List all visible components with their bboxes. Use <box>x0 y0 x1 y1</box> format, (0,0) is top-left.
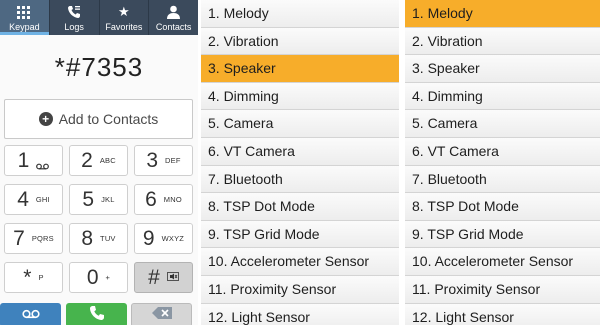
key-8[interactable]: 8 TUV <box>69 223 128 254</box>
key-star[interactable]: * P <box>4 262 63 293</box>
plus-circle-icon: + <box>38 112 53 126</box>
test-menu-middle: 1. Melody 2. Vibration 3. Speaker 4. Dim… <box>201 0 399 325</box>
add-to-contacts-label: Add to Contacts <box>58 111 159 127</box>
key-letters: MNO <box>163 195 182 204</box>
menu-list: 1. Melody 2. Vibration 3. Speaker 4. Dim… <box>201 0 399 325</box>
key-digit: 3 <box>146 148 159 172</box>
menu-item-speaker[interactable]: 3. Speaker <box>405 55 600 83</box>
key-digit: 1 <box>17 148 30 172</box>
tab-contacts-label: Contacts <box>155 22 192 32</box>
voicemail-button[interactable] <box>0 303 61 325</box>
menu-item-light-sensor[interactable]: 12. Light Sensor <box>201 303 399 325</box>
key-digit: 0 <box>86 265 99 289</box>
dialed-number: *#7353 <box>54 52 144 82</box>
key-digit: 7 <box>13 226 25 250</box>
tab-keypad-label: Keypad <box>9 22 40 32</box>
key-4[interactable]: 4 GHI <box>4 184 63 215</box>
call-button[interactable] <box>66 303 127 325</box>
key-digit: 4 <box>17 187 29 211</box>
key-digit: 8 <box>81 226 94 250</box>
menu-item-light-sensor[interactable]: 12. Light Sensor <box>405 303 600 325</box>
menu-item-tsp-dot-mode[interactable]: 8. TSP Dot Mode <box>405 193 600 221</box>
key-3[interactable]: 3 DEF <box>134 145 193 176</box>
key-digit: * <box>23 265 32 289</box>
menu-item-tsp-grid-mode[interactable]: 9. TSP Grid Mode <box>201 220 399 249</box>
menu-item-bluetooth[interactable]: 7. Bluetooth <box>405 165 600 194</box>
tab-logs-label: Logs <box>64 22 84 32</box>
dialer-tab-bar: Keypad Logs ★ Favorites Contacts <box>0 0 198 35</box>
call-log-icon <box>67 5 81 19</box>
menu-item-tsp-dot-mode[interactable]: 8. TSP Dot Mode <box>201 193 399 221</box>
key-letters: P <box>38 273 44 282</box>
key-letters: WXYZ <box>161 234 185 243</box>
add-to-contacts-button[interactable]: + Add to Contacts <box>4 99 193 139</box>
tab-favorites-label: Favorites <box>105 22 143 32</box>
menu-item-vibration[interactable]: 2. Vibration <box>405 27 600 56</box>
key-digit: 2 <box>81 148 93 172</box>
menu-item-speaker[interactable]: 3. Speaker <box>201 55 399 83</box>
key-letters: + <box>105 273 111 282</box>
menu-item-tsp-grid-mode[interactable]: 9. TSP Grid Mode <box>405 220 600 249</box>
menu-item-bluetooth[interactable]: 7. Bluetooth <box>201 165 399 194</box>
key-1[interactable]: 1 <box>4 145 63 176</box>
voicemail-icon <box>21 306 40 324</box>
menu-item-camera[interactable]: 5. Camera <box>405 110 600 138</box>
key-digit: 9 <box>142 226 155 250</box>
key-5[interactable]: 5 JKL <box>69 184 128 215</box>
phone-icon <box>89 305 105 325</box>
key-6[interactable]: 6 MNO <box>134 184 193 215</box>
key-9[interactable]: 9 WXYZ <box>134 223 193 254</box>
key-digit: # <box>148 265 160 289</box>
menu-item-proximity-sensor[interactable]: 11. Proximity Sensor <box>405 275 600 304</box>
key-letters: ABC <box>99 156 116 165</box>
voicemail-icon <box>36 157 50 170</box>
key-digit: 5 <box>82 187 95 211</box>
menu-item-vt-camera[interactable]: 6. VT Camera <box>201 137 399 166</box>
key-digit: 6 <box>145 187 157 211</box>
key-2[interactable]: 2 ABC <box>69 145 128 176</box>
menu-item-vt-camera[interactable]: 6. VT Camera <box>405 137 600 166</box>
key-7[interactable]: 7 PQRS <box>4 223 63 254</box>
star-icon: ★ <box>118 4 130 19</box>
menu-item-dimming[interactable]: 4. Dimming <box>405 82 600 111</box>
menu-list: 1. Melody 2. Vibration 3. Speaker 4. Dim… <box>405 0 600 325</box>
menu-item-proximity-sensor[interactable]: 11. Proximity Sensor <box>201 275 399 304</box>
key-letters: GHI <box>35 195 50 204</box>
test-menu-right: 1. Melody 2. Vibration 3. Speaker 4. Dim… <box>405 0 600 325</box>
tab-contacts[interactable]: Contacts <box>149 0 198 35</box>
menu-item-camera[interactable]: 5. Camera <box>201 110 399 138</box>
backspace-icon <box>151 306 172 324</box>
tab-logs[interactable]: Logs <box>50 0 100 35</box>
key-hash[interactable]: # <box>134 262 193 293</box>
key-letters: TUV <box>100 234 116 243</box>
key-0[interactable]: 0 + <box>69 262 128 293</box>
mute-icon <box>166 272 179 283</box>
dialer-panel: Keypad Logs ★ Favorites Contacts * #7 3 5 3 … <box>0 0 198 325</box>
tab-favorites[interactable]: ★ Favorites <box>100 0 150 35</box>
menu-item-accelerometer-sensor[interactable]: 10. Accelerometer Sensor <box>405 248 600 276</box>
key-letters: PQRS <box>31 234 54 243</box>
key-letters: DEF <box>165 156 181 165</box>
keypad-icon <box>17 6 31 19</box>
menu-item-melody[interactable]: 1. Melody <box>201 0 399 28</box>
delete-button[interactable] <box>131 303 192 325</box>
key-letters: JKL <box>101 195 115 204</box>
menu-item-accelerometer-sensor[interactable]: 10. Accelerometer Sensor <box>201 248 399 276</box>
tab-keypad[interactable]: Keypad <box>0 0 50 35</box>
menu-item-vibration[interactable]: 2. Vibration <box>201 27 399 56</box>
menu-item-dimming[interactable]: 4. Dimming <box>201 82 399 111</box>
menu-item-melody[interactable]: 1. Melody <box>405 0 600 28</box>
person-icon <box>167 5 181 19</box>
